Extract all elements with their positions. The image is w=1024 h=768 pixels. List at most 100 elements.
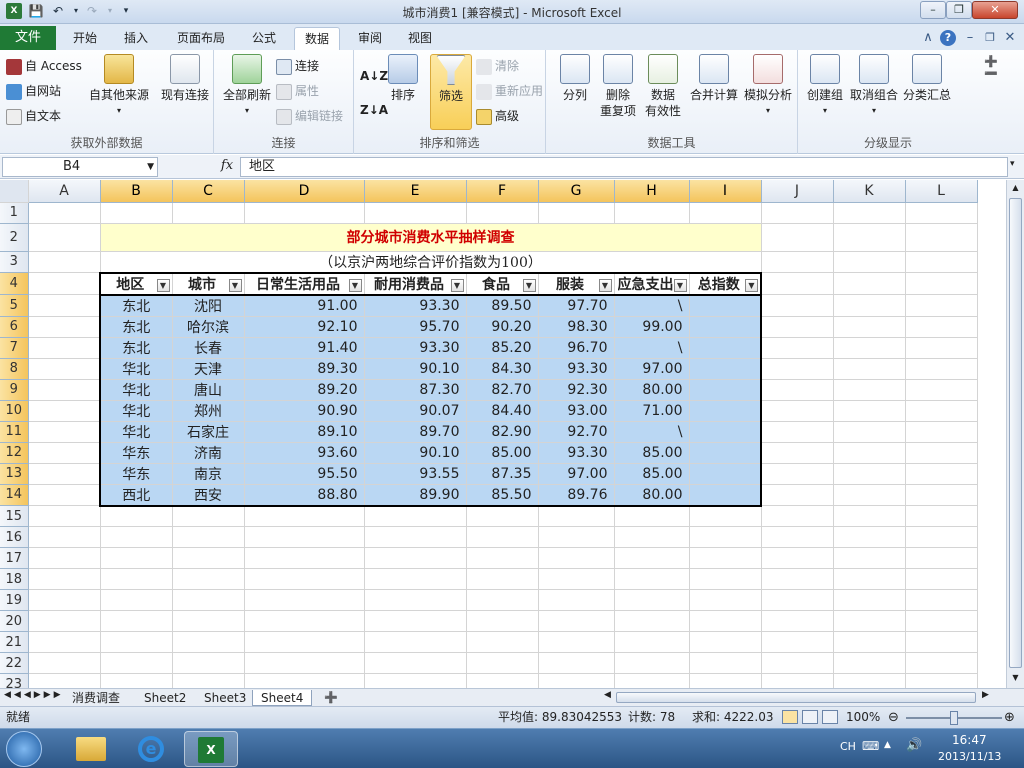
- data-cell[interactable]: 93.30: [364, 337, 467, 359]
- cell[interactable]: [689, 568, 762, 590]
- data-cell[interactable]: 89.10: [244, 421, 365, 443]
- clock-date[interactable]: 2013/11/13: [938, 750, 1001, 763]
- page-break-view-icon[interactable]: [822, 710, 838, 724]
- data-cell[interactable]: 97.00: [538, 463, 615, 485]
- cell[interactable]: [538, 568, 615, 590]
- cell[interactable]: [466, 610, 539, 632]
- cell[interactable]: [28, 379, 101, 401]
- cell[interactable]: [28, 223, 101, 252]
- data-cell[interactable]: 华东: [99, 463, 173, 485]
- cell[interactable]: [833, 421, 906, 443]
- data-cell[interactable]: 93.60: [244, 442, 365, 464]
- cell[interactable]: [614, 631, 690, 653]
- cell[interactable]: [466, 526, 539, 548]
- data-cell[interactable]: 济南: [172, 442, 245, 464]
- cell[interactable]: [905, 337, 978, 359]
- data-cell[interactable]: 80.00: [614, 379, 690, 401]
- filter-dropdown-icon[interactable]: ▼: [156, 278, 170, 292]
- data-cell[interactable]: [689, 294, 762, 317]
- cell[interactable]: [905, 442, 978, 464]
- row-header[interactable]: 13: [0, 463, 29, 485]
- cell[interactable]: [28, 358, 101, 380]
- data-cell[interactable]: [689, 442, 762, 464]
- data-cell[interactable]: 长春: [172, 337, 245, 359]
- start-button-icon[interactable]: [6, 731, 42, 767]
- sheet-title[interactable]: 部分城市消费水平抽样调查: [100, 223, 762, 252]
- cell[interactable]: [761, 202, 834, 224]
- data-cell[interactable]: 82.90: [466, 421, 539, 443]
- data-cell[interactable]: 哈尔滨: [172, 316, 245, 338]
- restore-button[interactable]: ❐: [946, 1, 972, 19]
- data-cell[interactable]: 93.00: [538, 400, 615, 422]
- cell[interactable]: [689, 505, 762, 527]
- column-header-j[interactable]: J: [761, 180, 834, 203]
- cell[interactable]: [28, 526, 101, 548]
- ribbon-minimize-icon[interactable]: ∧: [920, 30, 936, 46]
- row-header[interactable]: 19: [0, 589, 29, 611]
- data-cell[interactable]: 89.30: [244, 358, 365, 380]
- cell[interactable]: [905, 547, 978, 569]
- data-cell[interactable]: [689, 484, 762, 507]
- zoom-out-icon[interactable]: ⊖: [888, 707, 899, 728]
- data-cell[interactable]: 沈阳: [172, 294, 245, 317]
- cell[interactable]: [761, 463, 834, 485]
- data-cell[interactable]: 87.30: [364, 379, 467, 401]
- data-cell[interactable]: [689, 379, 762, 401]
- cell[interactable]: [28, 316, 101, 338]
- cell[interactable]: [905, 589, 978, 611]
- data-cell[interactable]: 95.70: [364, 316, 467, 338]
- cell[interactable]: [905, 652, 978, 674]
- subtotal-button[interactable]: 分类汇总: [900, 54, 954, 128]
- cell[interactable]: [28, 568, 101, 590]
- cell[interactable]: [833, 547, 906, 569]
- data-cell[interactable]: 92.70: [538, 421, 615, 443]
- table-header-cell[interactable]: 应急支出 ▼: [614, 271, 690, 296]
- column-header-e[interactable]: E: [364, 180, 467, 203]
- column-header-k[interactable]: K: [833, 180, 906, 203]
- cell[interactable]: [905, 294, 978, 317]
- cell[interactable]: [28, 631, 101, 653]
- text-to-columns-button[interactable]: 分列: [556, 54, 594, 128]
- cell[interactable]: [833, 337, 906, 359]
- cell[interactable]: [364, 526, 467, 548]
- column-header-b[interactable]: B: [100, 180, 173, 203]
- cell[interactable]: [761, 251, 834, 273]
- data-cell[interactable]: 91.40: [244, 337, 365, 359]
- cell[interactable]: [244, 547, 365, 569]
- cell[interactable]: [833, 589, 906, 611]
- row-header[interactable]: 12: [0, 442, 29, 464]
- filter-dropdown-icon[interactable]: ▼: [450, 278, 464, 292]
- table-header-cell[interactable]: 服装 ▼: [538, 271, 615, 296]
- data-cell[interactable]: 96.70: [538, 337, 615, 359]
- tray-expand-icon[interactable]: ▲: [884, 740, 891, 750]
- file-explorer-icon[interactable]: [64, 731, 118, 767]
- cell[interactable]: [761, 568, 834, 590]
- cell[interactable]: [905, 421, 978, 443]
- table-header-cell[interactable]: 耐用消费品 ▼: [364, 271, 467, 296]
- cell[interactable]: [364, 547, 467, 569]
- zoom-level[interactable]: 100%: [846, 707, 880, 728]
- data-cell[interactable]: 郑州: [172, 400, 245, 422]
- cell[interactable]: [833, 272, 906, 295]
- data-cell[interactable]: 95.50: [244, 463, 365, 485]
- cell[interactable]: [833, 526, 906, 548]
- from-web-button[interactable]: 自网站: [6, 81, 61, 101]
- cell[interactable]: [761, 294, 834, 317]
- cell[interactable]: [244, 589, 365, 611]
- cell[interactable]: [244, 526, 365, 548]
- data-cell[interactable]: 93.30: [538, 442, 615, 464]
- data-cell[interactable]: 华北: [99, 358, 173, 380]
- data-cell[interactable]: 93.30: [364, 294, 467, 317]
- cell[interactable]: [614, 547, 690, 569]
- remove-duplicates-button[interactable]: 删除 重复项: [596, 54, 640, 128]
- table-header-cell[interactable]: 日常生活用品 ▼: [244, 271, 365, 296]
- row-header[interactable]: 8: [0, 358, 29, 380]
- filter-dropdown-icon[interactable]: ▼: [228, 278, 242, 292]
- cell[interactable]: [538, 547, 615, 569]
- cell[interactable]: [689, 547, 762, 569]
- zoom-slider-thumb[interactable]: [950, 711, 958, 725]
- column-header-l[interactable]: L: [905, 180, 978, 203]
- row-header[interactable]: 16: [0, 526, 29, 548]
- cell[interactable]: [761, 505, 834, 527]
- data-cell[interactable]: [689, 316, 762, 338]
